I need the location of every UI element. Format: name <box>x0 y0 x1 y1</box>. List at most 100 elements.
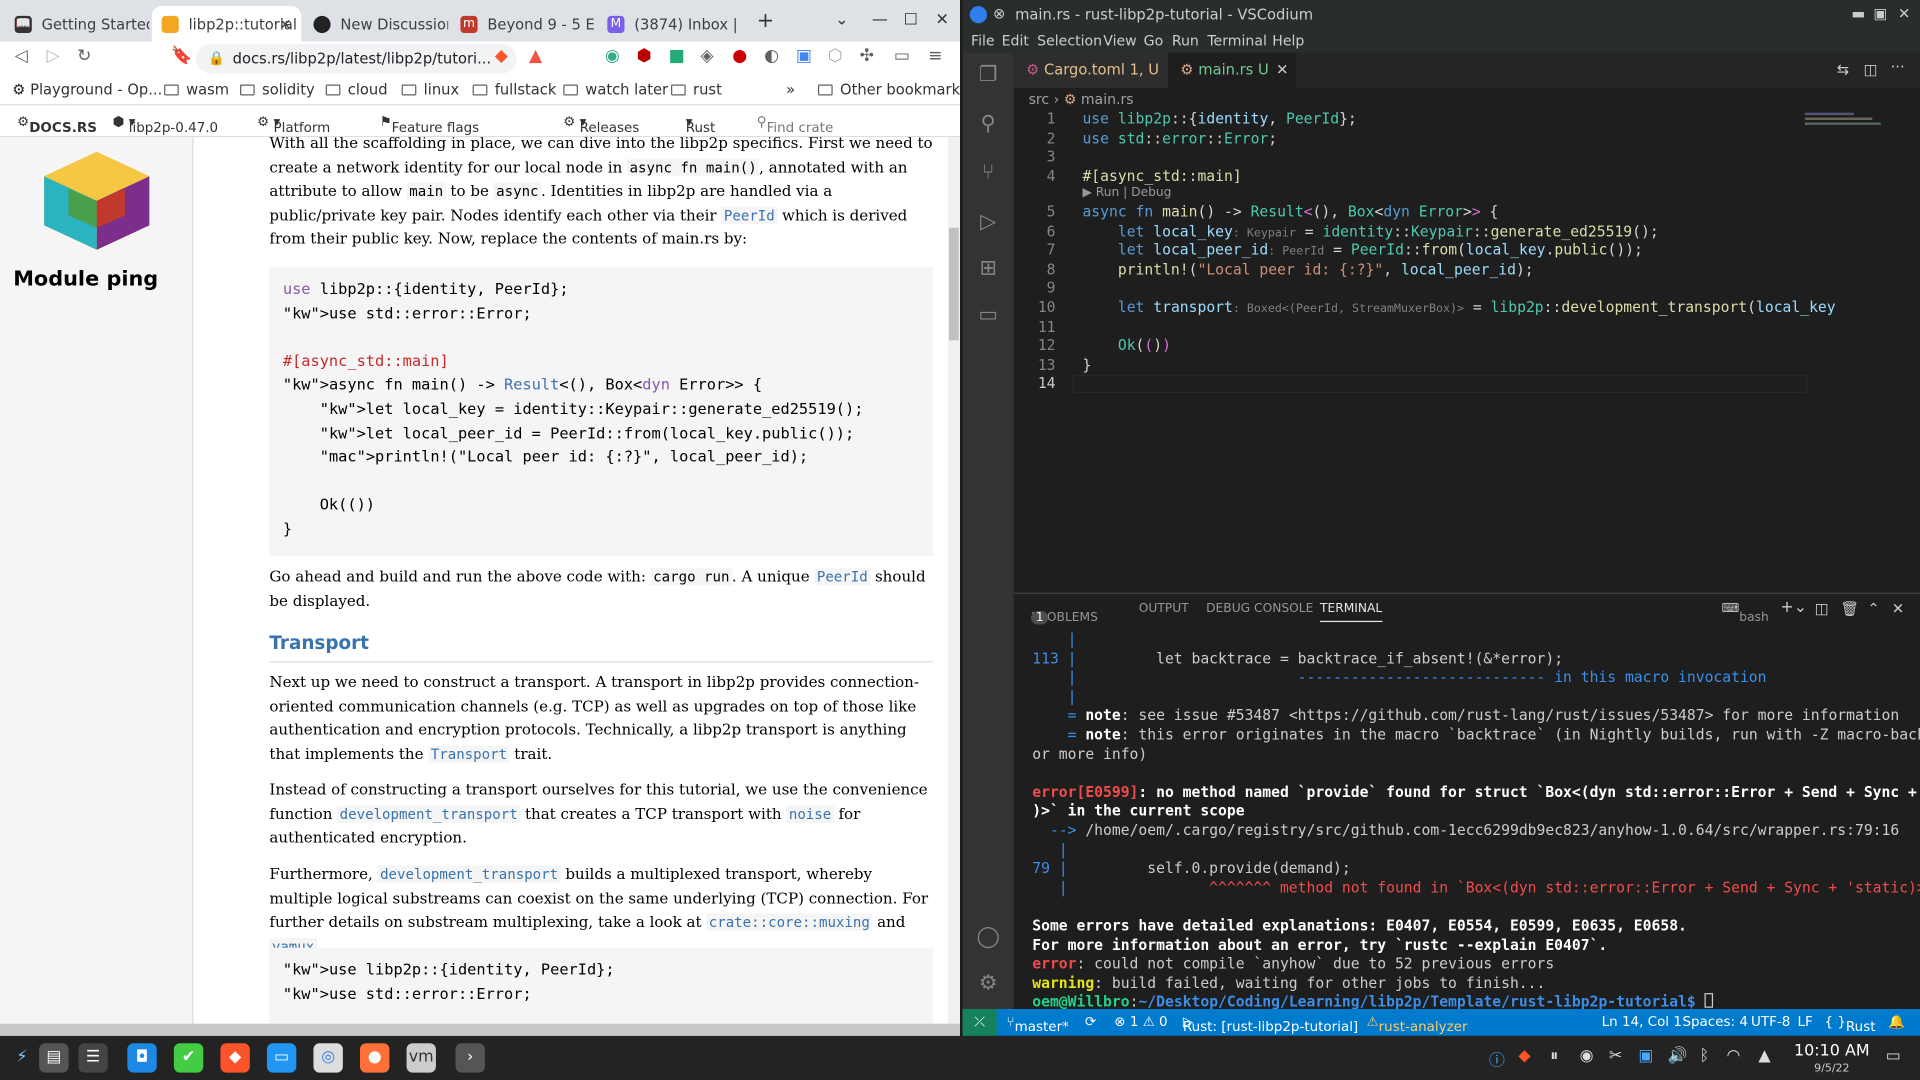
breadcrumb-folder[interactable]: src <box>1029 91 1050 108</box>
code-editor[interactable]: 1 2 3 4 5 6 7 8 9 10 11 12 13 14 use libp2p::{identit… <box>1014 110 1871 588</box>
run-debug-icon[interactable]: ▷ <box>975 209 1002 236</box>
rust-project-status[interactable]: Rust: [rust-libp2p-tutorial] ▷ <box>1183 1014 1358 1035</box>
menu-selection[interactable]: Selection <box>1037 32 1102 49</box>
language-mode[interactable]: { } Rust <box>1824 1014 1875 1035</box>
horizontal-scrollbar[interactable] <box>0 1023 961 1036</box>
minimize-icon[interactable]: ▬ <box>1851 5 1865 22</box>
bluetooth-icon[interactable]: ᛒ <box>1700 1047 1710 1065</box>
minimize-icon[interactable]: — <box>872 11 888 29</box>
pin-icon[interactable]: ⊗ <box>993 5 1005 22</box>
menu-view[interactable]: View <box>1103 32 1136 49</box>
telegram-icon[interactable]: ✔ <box>173 1043 204 1073</box>
scroll-thumb[interactable] <box>948 227 959 341</box>
tab-output[interactable]: OUTPUT <box>1139 602 1189 615</box>
settings-gear-icon[interactable]: ⚙ <box>975 971 1002 998</box>
tab-terminal[interactable]: TERMINAL <box>1320 602 1383 623</box>
breadcrumb-file[interactable]: main.rs <box>1081 91 1134 108</box>
docsrs-home-link[interactable]: ⚙ DOCS.RS <box>17 114 97 136</box>
show-desktop-icon[interactable]: ▭ <box>1886 1047 1901 1065</box>
rust-menu[interactable]: Rust ▾ <box>686 114 716 136</box>
address-bar[interactable]: 🔒 docs.rs/libp2p/latest/libp2p/tutori... <box>195 44 517 74</box>
extensions-puzzle-icon[interactable]: ✣ <box>860 47 874 67</box>
menu-terminal[interactable]: Terminal <box>1207 32 1267 49</box>
brave-tray-icon[interactable]: ◆ <box>1518 1047 1530 1065</box>
terminal-output[interactable]: | 113 | let backtrace = backtrace_if_abs… <box>1032 631 1920 1013</box>
releases-menu[interactable]: ⚙ Releases ▾ <box>563 114 639 136</box>
vpn-icon[interactable]: ◉ <box>1580 1047 1594 1065</box>
explorer-icon[interactable]: ❐ <box>975 62 1002 89</box>
wallet-icon[interactable]: ▭ <box>894 47 910 67</box>
brave-icon[interactable]: ◆ <box>220 1043 250 1073</box>
find-crate-input[interactable]: ⚲ Find crate <box>757 114 834 136</box>
maximize-panel-icon[interactable]: ⌃ <box>1867 600 1879 617</box>
source-control-icon[interactable]: ⑂ <box>975 160 1002 187</box>
wifi-icon[interactable]: ◠ <box>1727 1047 1741 1065</box>
remote-explorer-icon[interactable]: ▭ <box>975 302 1002 329</box>
peerid-link[interactable]: PeerId <box>721 206 778 224</box>
split-terminal-icon[interactable]: ◫ <box>1815 600 1829 617</box>
close-window-icon[interactable]: ✕ <box>936 11 949 29</box>
terminal-icon[interactable]: › <box>455 1043 485 1073</box>
menu-help[interactable]: Help <box>1272 32 1304 49</box>
tab-search-icon[interactable]: ⌄ <box>835 11 848 29</box>
menu-run[interactable]: Run <box>1172 32 1199 49</box>
clock-time[interactable]: 10:10 AM <box>1783 1042 1881 1060</box>
platform-menu[interactable]: ⚙ Platform ▾ <box>257 114 330 136</box>
minimap[interactable] <box>1804 110 1903 147</box>
open-changes-icon[interactable]: ⇆ <box>1837 61 1849 78</box>
back-icon[interactable]: ◁ <box>15 47 28 67</box>
tab-debug-console[interactable]: DEBUG CONSOLE <box>1206 602 1313 615</box>
account-icon[interactable]: ◯ <box>975 924 1002 951</box>
heading-transport[interactable]: Transport <box>269 632 369 654</box>
run-debug-codelens[interactable]: ▶ Run | Debug <box>1082 186 1171 199</box>
discover-icon[interactable]: ◘ <box>127 1043 157 1073</box>
forward-icon[interactable]: ▷ <box>47 47 60 67</box>
browser-tab[interactable]: m Beyond 9 - 5 Entre <box>451 6 595 42</box>
more-actions-icon[interactable]: ··· <box>1891 59 1905 76</box>
terminal-shell-selector[interactable]: ⌨ bash <box>1722 602 1769 624</box>
bookmark-folder[interactable]: rust <box>671 81 722 98</box>
indentation[interactable]: Spaces: 4 <box>1682 1014 1747 1030</box>
extensions-icon[interactable]: ⊞ <box>975 256 1002 283</box>
maximize-icon[interactable]: ☐ <box>904 11 918 29</box>
bookmark-icon[interactable]: 🔖 <box>171 47 192 67</box>
desktop-icon[interactable]: ▤ <box>39 1043 69 1073</box>
transport-link[interactable]: Transport <box>428 745 510 763</box>
rust-analyzer-status[interactable]: ⚠ rust-analyzer <box>1367 1014 1468 1035</box>
volume-icon[interactable]: 🔊 <box>1668 1047 1688 1065</box>
tray-expand-icon[interactable]: ▲ <box>1758 1047 1770 1065</box>
info-icon[interactable]: ⓘ <box>1489 1047 1505 1070</box>
bookmark-folder[interactable]: cloud <box>325 81 388 98</box>
translate-icon[interactable]: ▣ <box>796 47 812 67</box>
sync-icon[interactable]: ⟳ <box>1085 1014 1096 1030</box>
extension-icon[interactable]: ⬡ <box>828 47 843 67</box>
ublock-icon[interactable]: ⬢ <box>637 47 652 67</box>
extension-icon[interactable]: ◉ <box>605 47 620 67</box>
search-icon[interactable]: ⚲ <box>975 111 1002 138</box>
remote-icon[interactable]: ⤫ <box>962 1008 997 1036</box>
maximize-icon[interactable]: ▣ <box>1873 5 1887 22</box>
bookmark-folder[interactable]: wasm <box>164 81 229 98</box>
extension-icon[interactable]: ◈ <box>700 47 713 67</box>
page-scrollbar[interactable] <box>947 137 961 1024</box>
vscodium-icon[interactable]: ◎ <box>313 1043 343 1073</box>
end-of-line[interactable]: LF <box>1798 1014 1813 1030</box>
browser-tab[interactable]: New Discussion · li <box>304 6 448 42</box>
scissors-icon[interactable]: ✂ <box>1609 1047 1622 1065</box>
problems-status[interactable]: ⊗ 1 ⚠ 0 <box>1114 1014 1167 1030</box>
extension-icon[interactable]: ◐ <box>764 47 779 67</box>
tab-cargo-toml[interactable]: ⚙ Cargo.toml 1, U <box>1013 52 1169 89</box>
close-panel-icon[interactable]: ✕ <box>1892 600 1904 617</box>
brave-shield-icon[interactable]: ◆ <box>495 47 508 67</box>
noise-link[interactable]: noise <box>786 805 834 823</box>
reload-icon[interactable]: ↻ <box>77 47 91 67</box>
extension-icon[interactable]: ■ <box>669 47 685 67</box>
cursor-position[interactable]: Ln 14, Col 1 <box>1602 1014 1682 1030</box>
browser-tab-active[interactable]: libp2p::tutorial ✕ <box>151 6 302 42</box>
encoding[interactable]: UTF-8 <box>1751 1014 1790 1030</box>
bookmark-item[interactable]: ⚙ Playground - Op... <box>12 81 162 98</box>
close-tab-icon[interactable]: ✕ <box>279 15 291 32</box>
new-terminal-icon[interactable]: +⌄ <box>1780 599 1807 617</box>
menu-edit[interactable]: Edit <box>1002 32 1029 49</box>
split-editor-icon[interactable]: ◫ <box>1864 61 1878 78</box>
